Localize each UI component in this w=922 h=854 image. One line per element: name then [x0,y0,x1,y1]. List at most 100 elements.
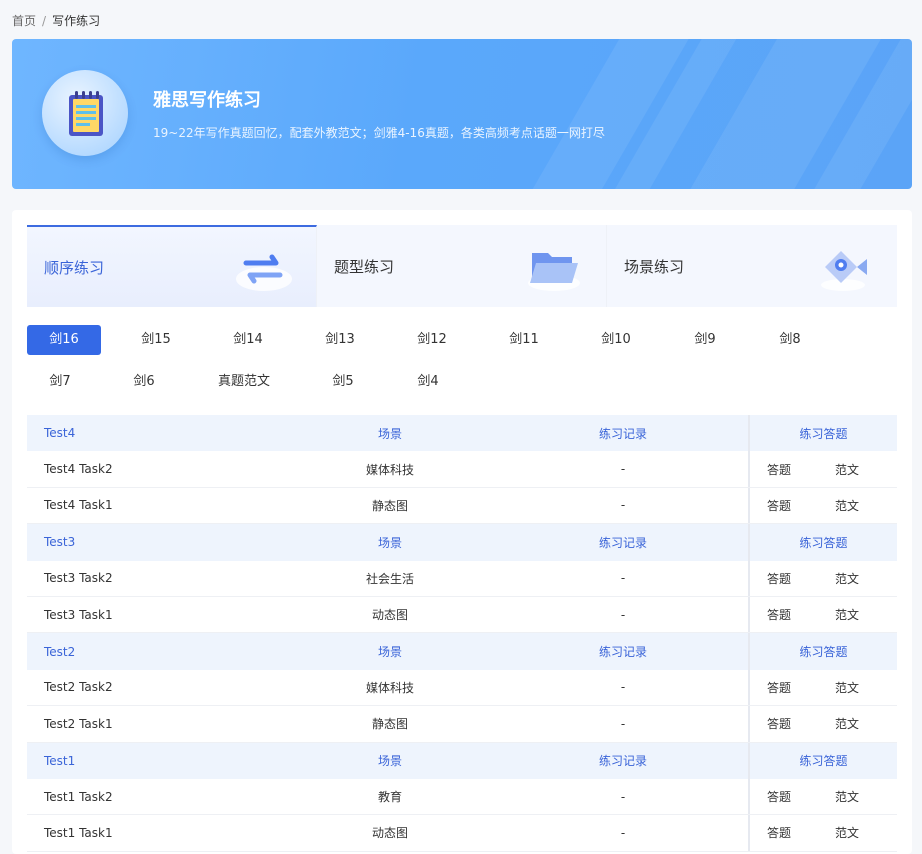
book-tab[interactable]: 剑5 [310,367,376,397]
tab-scene-practice[interactable]: 场景练习 [607,225,897,307]
practice-card: 顺序练习 题型练习 场景练习 剑16 剑15 剑14 剑13 剑12 剑11 剑… [12,210,912,854]
task-scene: 社会生活 [365,571,414,586]
task-name: Test2 Task1 [44,716,113,731]
book-tab[interactable]: 剑12 [395,325,469,355]
model-essay-button[interactable]: 范文 [835,597,859,632]
task-scene: 媒体科技 [365,462,414,477]
task-name: Test3 Task2 [44,571,113,586]
task-name: Test2 Task2 [44,680,113,695]
task-record: - [620,716,626,731]
header-scene: 场景 [377,645,402,660]
header-scene: 场景 [377,754,402,769]
header-actions: 练习答题 [748,415,897,452]
answer-button[interactable]: 答题 [767,488,791,523]
banner-icon-circle [42,70,128,156]
table-row: Test1 Task2 教育 - 答题 范文 [27,778,897,816]
book-tab[interactable]: 剑14 [211,325,285,355]
group-name: Test1 [44,753,76,768]
tab-label: 题型练习 [334,257,395,276]
group-name: Test4 [44,426,76,441]
answer-button[interactable]: 答题 [767,451,791,486]
model-essay-button[interactable]: 范文 [835,815,859,850]
hero-banner: 雅思写作练习 19~22年写作真题回忆，配套外教范文；剑雅4-16真题，各类高频… [12,39,912,189]
answer-button[interactable]: 答题 [767,670,791,705]
mode-tabs: 顺序练习 题型练习 场景练习 [27,225,897,307]
tab-type-practice[interactable]: 题型练习 [317,225,607,307]
book-tab[interactable]: 剑16 [27,325,101,355]
answer-button[interactable]: 答题 [767,706,791,741]
task-actions: 答题 范文 [748,596,897,633]
table-group-header: Test3 场景 练习记录 练习答题 [27,524,897,561]
task-scene: 媒体科技 [365,680,414,695]
header-record: 练习记录 [598,535,647,550]
answer-button[interactable]: 答题 [767,779,791,814]
table-row: Test4 Task1 静态图 - 答题 范文 [27,487,897,525]
notepad-icon [69,91,103,136]
model-essay-button[interactable]: 范文 [835,670,859,705]
header-scene: 场景 [377,535,402,550]
swap-arrows-icon [236,254,292,291]
task-name: Test4 Task1 [44,498,113,513]
task-actions: 答题 范文 [748,815,897,851]
task-record: - [620,571,626,586]
book-tab[interactable]: 剑13 [303,325,377,355]
book-tab[interactable]: 剑9 [668,325,742,355]
book-tab[interactable]: 真题范文 [204,367,284,397]
task-record: - [620,825,626,840]
model-essay-button[interactable]: 范文 [835,779,859,814]
task-actions: 答题 范文 [748,669,897,706]
page-subtitle: 19~22年写作真题回忆，配套外教范文；剑雅4-16真题，各类高频考点话题一网打… [153,126,605,140]
tab-label: 场景练习 [624,257,685,276]
table-row: Test3 Task1 动态图 - 答题 范文 [27,596,897,634]
task-record: - [620,607,626,622]
group-name: Test2 [44,644,76,659]
header-record: 练习记录 [598,754,647,769]
model-essay-button[interactable]: 范文 [835,488,859,523]
tab-label: 顺序练习 [44,258,105,277]
task-record: - [620,680,626,695]
book-tab[interactable]: 剑8 [753,325,827,355]
group-name: Test3 [44,535,76,550]
answer-button[interactable]: 答题 [767,815,791,850]
task-actions: 答题 范文 [748,706,897,742]
table-row: Test2 Task2 媒体科技 - 答题 范文 [27,669,897,707]
table-row: Test2 Task1 静态图 - 答题 范文 [27,706,897,743]
breadcrumb-current: 写作练习 [52,14,101,28]
task-scene: 静态图 [371,498,408,513]
answer-button[interactable]: 答题 [767,597,791,632]
answer-button[interactable]: 答题 [767,561,791,596]
folder-icon [528,253,580,291]
header-record: 练习记录 [598,426,647,441]
book-tab[interactable]: 剑10 [579,325,653,355]
task-actions: 答题 范文 [748,451,897,487]
task-name: Test1 Task1 [44,825,113,840]
task-record: - [620,789,626,804]
task-scene: 动态图 [371,826,408,841]
table-row: Test1 Task1 动态图 - 答题 范文 [27,815,897,852]
breadcrumb: 首页 / 写作练习 [12,13,100,29]
book-tab[interactable]: 剑4 [395,367,461,397]
tab-sequential-practice[interactable]: 顺序练习 [27,225,317,307]
header-actions: 练习答题 [748,524,897,561]
task-actions: 答题 范文 [748,487,897,524]
book-tab[interactable]: 剑6 [111,367,177,397]
book-tab[interactable]: 剑15 [119,325,193,355]
table-row: Test3 Task2 社会生活 - 答题 范文 [27,560,897,597]
task-table: Test4 场景 练习记录 练习答题 Test4 Task2 媒体科技 - 答题… [27,415,897,852]
model-essay-button[interactable]: 范文 [835,451,859,486]
model-essay-button[interactable]: 范文 [835,561,859,596]
table-row: Test4 Task2 媒体科技 - 答题 范文 [27,451,897,488]
book-tab[interactable]: 剑7 [27,367,93,397]
task-scene: 动态图 [371,608,408,623]
task-scene: 静态图 [371,717,408,732]
table-group-header: Test4 场景 练习记录 练习答题 [27,415,897,452]
task-record: - [620,462,626,477]
page-title: 雅思写作练习 [153,90,261,111]
task-actions: 答题 范文 [748,778,897,815]
book-tab[interactable]: 剑11 [487,325,561,355]
model-essay-button[interactable]: 范文 [835,706,859,741]
task-name: Test1 Task2 [44,789,113,804]
header-actions: 练习答题 [748,633,897,670]
table-group-header: Test2 场景 练习记录 练习答题 [27,633,897,670]
breadcrumb-home[interactable]: 首页 [12,14,36,28]
